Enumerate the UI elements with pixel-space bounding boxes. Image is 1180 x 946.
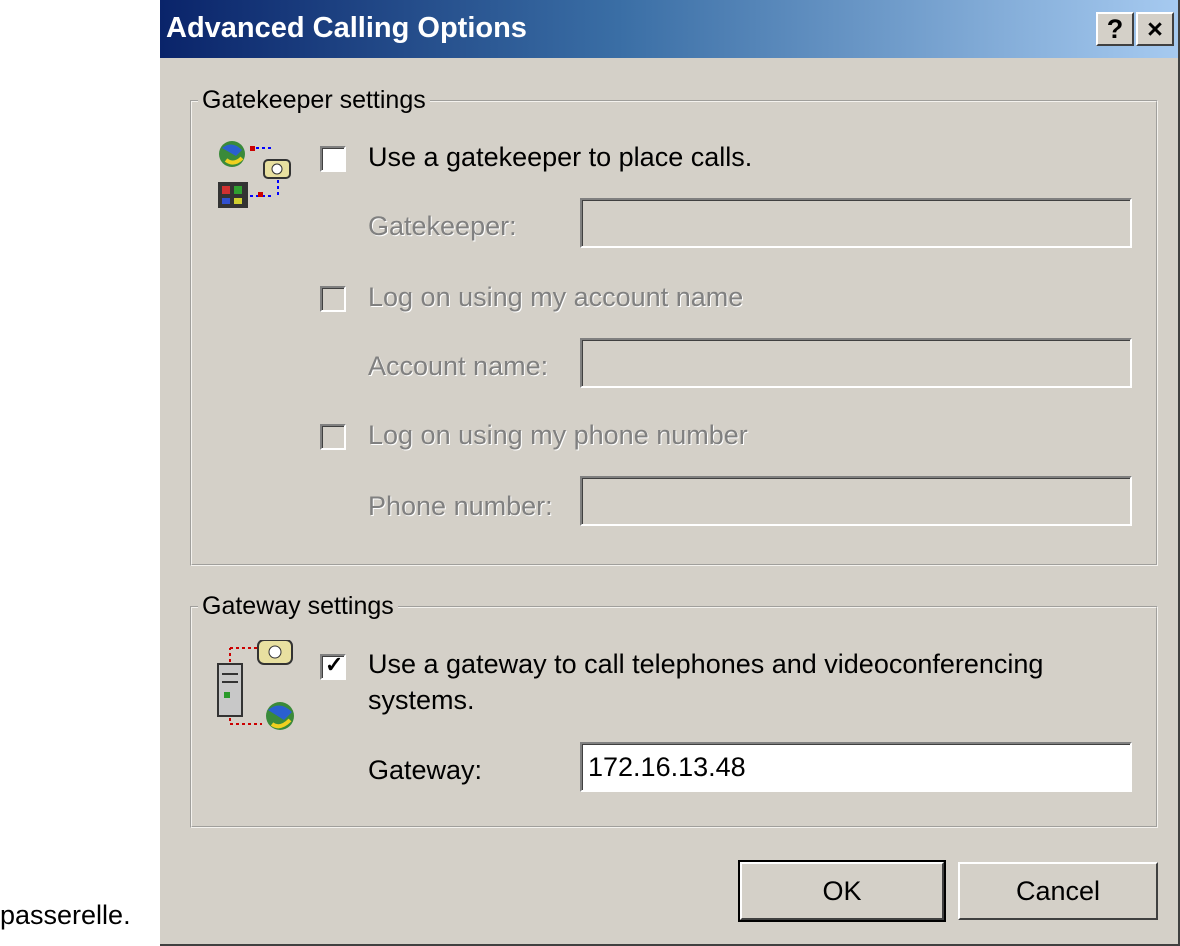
gatekeeper-field-label: Gatekeeper: [368,211,517,241]
gatekeeper-network-icon [218,141,291,208]
logon-phone-label: Log on using my phone number [368,420,748,450]
logon-phone-checkbox[interactable] [320,424,346,450]
gateway-settings-legend: Gateway settings [202,592,394,620]
advanced-calling-options-dialog: Advanced Calling Options ? × Gatekeeper … [160,0,1180,946]
title-bar: Advanced Calling Options ? × [160,0,1178,58]
use-gatekeeper-label: Use a gatekeeper to place calls. [368,142,753,172]
use-gatekeeper-checkbox[interactable] [320,146,346,172]
gateway-input[interactable] [580,742,1132,792]
gateway-settings-group: Gateway settings [190,592,1158,828]
help-button[interactable]: ? [1096,12,1134,46]
phone-number-label: Phone number: [368,491,553,521]
use-gateway-label-line2: systems. [368,685,475,715]
cancel-button[interactable]: Cancel [958,862,1158,920]
checkmark-icon: ✓ [325,652,344,677]
phone-number-input[interactable] [580,476,1132,526]
ok-button[interactable]: OK [738,860,946,922]
logon-account-checkbox[interactable] [320,286,346,312]
close-button[interactable]: × [1136,12,1174,46]
caption-text: passerelle. [0,900,131,930]
gatekeeper-input[interactable] [580,198,1132,248]
use-gateway-checkbox[interactable]: ✓ [320,652,346,680]
gateway-field-label: Gateway: [368,755,483,785]
gatekeeper-settings-legend: Gatekeeper settings [202,86,426,114]
account-name-label: Account name: [368,351,549,381]
gateway-server-phone-icon [217,640,294,730]
account-name-input[interactable] [580,338,1132,388]
logon-account-label: Log on using my account name [368,282,744,312]
window-title: Advanced Calling Options [166,12,527,44]
use-gateway-label-line1: Use a gateway to call telephones and vid… [368,649,1044,679]
